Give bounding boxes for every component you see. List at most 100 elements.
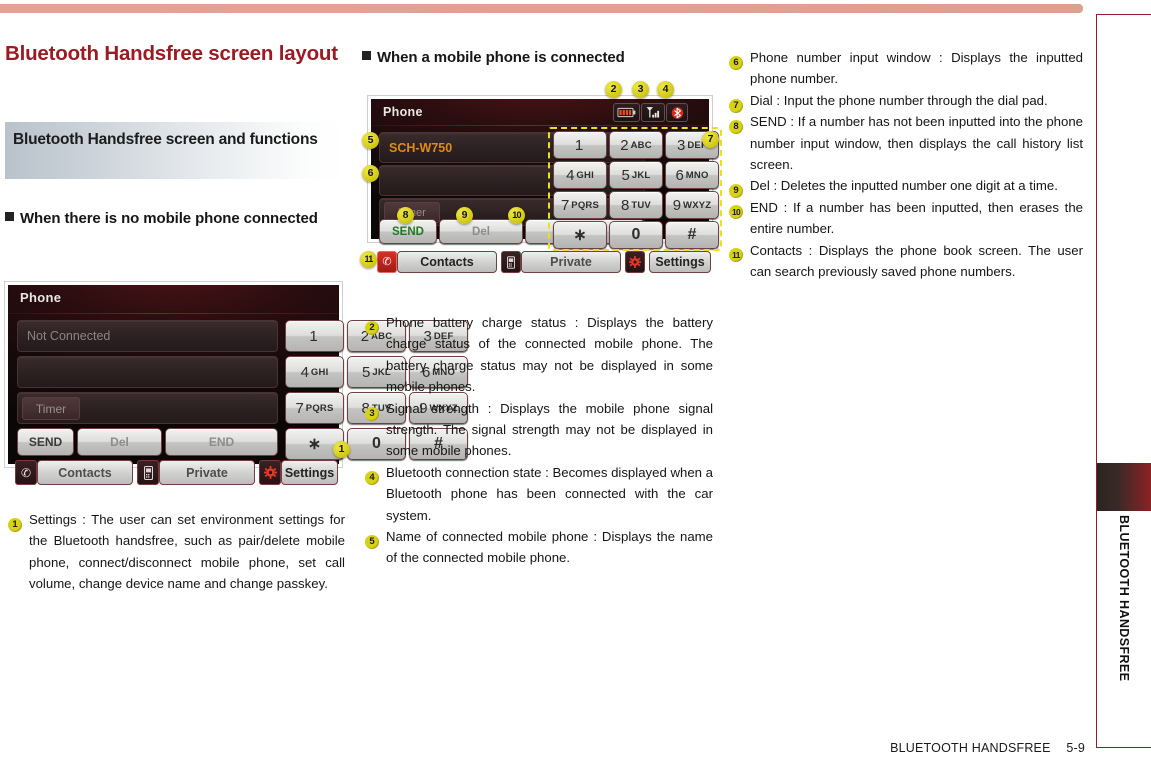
description-item-3: 3 Signal strength : Displays the mobile p… <box>365 398 713 462</box>
bluetooth-icon <box>666 103 688 122</box>
description-item-10: 10 END : If a number has been inputted, t… <box>729 197 1083 240</box>
description-item-8: 8 SEND : If a number has not been inputte… <box>729 111 1083 175</box>
callout-8: 8 <box>397 207 414 224</box>
bluetooth-glyph <box>671 106 683 119</box>
page-top-accent-bar <box>0 4 1083 13</box>
description-item-11: 11 Contacts : Displays the phone book scr… <box>729 240 1083 283</box>
callout-11: 11 <box>360 251 377 268</box>
gear-glyph <box>263 466 277 479</box>
callout-bubble-number: 11 <box>729 247 743 262</box>
section-heading-text: Bluetooth Handsfree screen and functions <box>13 131 318 148</box>
description-text: SEND : If a number has not been inputted… <box>750 114 1083 173</box>
settings-button[interactable]: Settings <box>281 460 338 485</box>
keypad-key-7[interactable]: 7 PQRS <box>285 392 344 424</box>
callout-bubble-number: 8 <box>729 120 743 135</box>
mobile-phone-glyph <box>507 255 515 269</box>
description-paragraph: 1 Settings : The user can set environment… <box>8 509 345 595</box>
gear-glyph <box>629 256 641 268</box>
callout-5: 5 <box>362 132 379 149</box>
description-text: Settings : The user can set environment … <box>29 512 345 592</box>
description-item-4: 4 Bluetooth connection state : Becomes di… <box>365 462 713 526</box>
description-text: Name of connected mobile phone : Display… <box>386 529 713 566</box>
device-name-text: SCH-W750 <box>389 140 453 155</box>
callout-bubble: 3 <box>365 401 379 422</box>
mobile-phone-icon <box>137 460 159 485</box>
subheading-no-connection: When there is no mobile phone connected <box>5 207 350 230</box>
title-divider <box>8 313 339 314</box>
description-text: Contacts : Displays the phone book scree… <box>750 242 1083 280</box>
key-digit: 4 <box>300 363 309 381</box>
bluetooth-handsfree-screen-connected: Phone SCH-W750 Timer <box>368 96 722 273</box>
phone-number-input[interactable] <box>17 356 278 388</box>
callout-bubble-number: 4 <box>365 470 379 485</box>
callout-7: 7 <box>702 131 719 148</box>
chapter-tab-marker <box>1097 463 1151 511</box>
callout-bubble: 1 <box>8 512 22 533</box>
chapter-vertical-title-text: BLUETOOTH HANDSFREE <box>1117 515 1131 682</box>
description-text: Phone battery charge status : Displays t… <box>386 315 713 395</box>
callout-4: 4 <box>657 81 674 98</box>
description-text: Phone number input window : Displays the… <box>750 50 1083 87</box>
description-item-6: 6 Phone number input window : Displays th… <box>729 47 1083 90</box>
settings-button[interactable]: Settings <box>649 251 711 273</box>
description-item-5: 5 Name of connected mobile phone : Displa… <box>365 526 713 569</box>
gear-icon <box>259 460 281 485</box>
del-key[interactable]: Del <box>77 428 162 456</box>
description-column-right: 6 Phone number input window : Displays th… <box>729 47 1083 282</box>
contacts-button[interactable]: Contacts <box>37 460 133 485</box>
callout-6: 6 <box>362 165 379 182</box>
callout-bubble-number: 2 <box>365 321 379 335</box>
timer-label: Timer <box>22 397 80 420</box>
side-tab-rule-top <box>1096 14 1151 15</box>
callout-bubble-number: 6 <box>729 56 743 70</box>
callout-bubble: 10 <box>729 200 743 221</box>
callout-3: 3 <box>632 81 649 98</box>
description-text: Dial : Input the phone number through th… <box>750 92 1048 108</box>
description-text: Bluetooth connection state : Becomes dis… <box>386 464 713 523</box>
gear-icon <box>625 251 645 273</box>
signal-strength-glyph <box>646 107 659 118</box>
key-digit: 1 <box>309 327 318 345</box>
callout-bubble-number: 10 <box>729 204 743 219</box>
callout-bubble-number: 5 <box>365 535 379 550</box>
callout-9: 9 <box>456 207 473 224</box>
send-key[interactable]: SEND <box>17 428 74 456</box>
subheading-connected: When a mobile phone is connected <box>362 46 714 69</box>
screen-title: Phone <box>383 105 423 119</box>
page-title: Bluetooth Handsfree screen layout <box>5 42 338 65</box>
description-item-9: 9 Del : Deletes the inputted number one d… <box>729 175 1083 199</box>
callout-bubble: 6 <box>729 50 743 71</box>
mobile-phone-glyph <box>143 465 153 480</box>
callout-bubble: 11 <box>729 243 743 264</box>
del-key[interactable]: Del <box>439 219 523 244</box>
key-letters: PQRS <box>305 402 334 414</box>
description-text: Signal strength : Displays the mobile ph… <box>386 400 713 459</box>
square-bullet-icon <box>362 51 371 60</box>
callout-2: 2 <box>605 81 622 98</box>
key-letters: GHI <box>310 366 329 378</box>
timer-field: Timer <box>17 392 278 424</box>
description-column-middle: 2 Phone battery charge status : Displays… <box>365 312 713 569</box>
bluetooth-handsfree-screen-disconnected: Phone Not Connected Timer SEND Del END 1… <box>5 282 468 485</box>
dial-pad-highlight <box>548 127 722 251</box>
keypad-key-4[interactable]: 4 GHI <box>285 356 344 388</box>
handset-icon: ✆ <box>377 251 397 273</box>
handset-icon: ✆ <box>15 460 37 485</box>
chapter-vertical-title: BLUETOOTH HANDSFREE <box>1097 515 1151 745</box>
callout-1: 1 <box>333 441 350 458</box>
square-bullet-icon <box>5 212 14 221</box>
battery-glyph <box>617 107 636 118</box>
footer-chapter-label: BLUETOOTH HANDSFREE <box>890 741 1051 755</box>
callout-bubble: 5 <box>365 529 379 550</box>
footer-page-number: 5-9 <box>1066 741 1085 755</box>
keypad-key-1[interactable]: 1 <box>285 320 344 352</box>
description-item-7: 7 Dial : Input the phone number through t… <box>729 90 1083 113</box>
callout-bubble: 8 <box>729 114 743 135</box>
contacts-button[interactable]: Contacts <box>397 251 497 273</box>
section-heading-bar: Bluetooth Handsfree screen and functions <box>5 122 343 179</box>
subheading-connected-text: When a mobile phone is connected <box>377 49 625 66</box>
private-button[interactable]: Private <box>159 460 255 485</box>
end-key[interactable]: END <box>165 428 278 456</box>
private-button[interactable]: Private <box>521 251 621 273</box>
side-tab-rule-bottom <box>1096 747 1151 748</box>
